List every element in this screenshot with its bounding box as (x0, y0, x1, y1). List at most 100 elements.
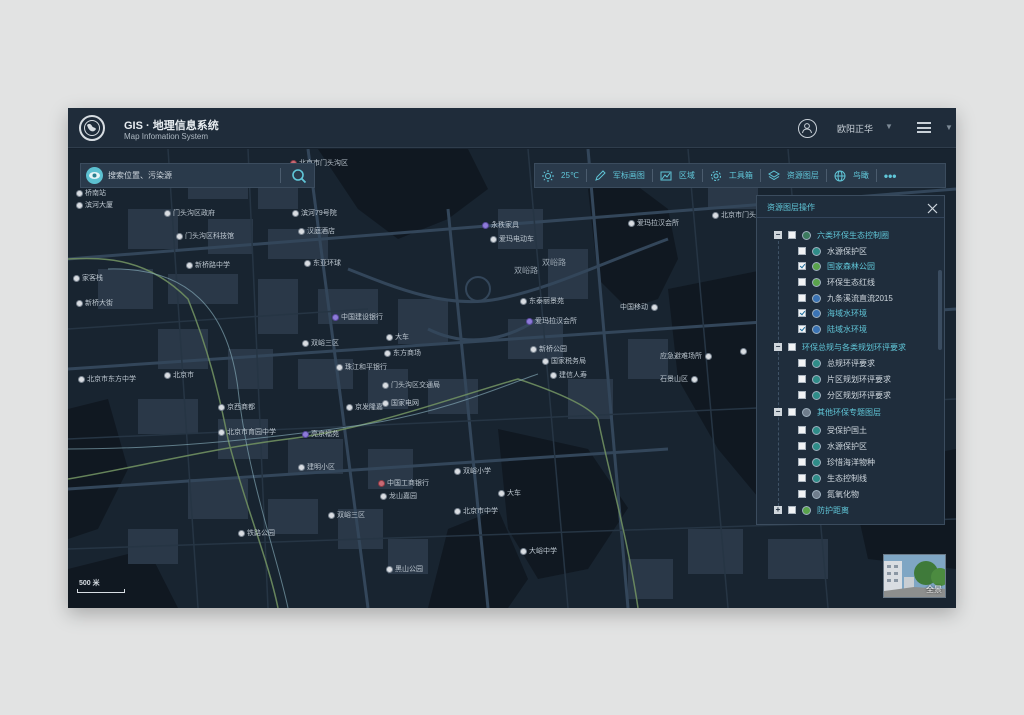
poi-label[interactable]: 国家税务局 (542, 357, 586, 367)
search-icon[interactable] (291, 168, 307, 184)
user-name[interactable]: 欧阳正华 (837, 122, 873, 135)
layer-checkbox[interactable] (798, 247, 806, 255)
layer-checkbox[interactable] (788, 408, 796, 416)
layer-group-4[interactable]: + 防护距离 (774, 503, 849, 517)
layer-item[interactable]: 水源保护区 (798, 244, 867, 258)
user-avatar[interactable] (798, 119, 817, 138)
layer-checkbox[interactable] (788, 231, 796, 239)
layer-checkbox[interactable] (798, 391, 806, 399)
poi-label[interactable]: 北京市 (164, 371, 194, 381)
layer-item[interactable]: 总规环评要求 (798, 356, 875, 370)
layer-checkbox[interactable] (798, 442, 806, 450)
menu-icon[interactable] (917, 122, 931, 133)
panel-scrollbar[interactable] (938, 270, 942, 350)
poi-label[interactable]: 建信人寿 (550, 371, 587, 381)
layer-item[interactable]: 国家森林公园 (798, 259, 875, 273)
expand-icon[interactable]: + (774, 506, 782, 514)
birdseye-button[interactable]: 鸟瞰 (827, 163, 876, 188)
poi-label[interactable]: 北京市育园中学 (218, 428, 276, 438)
layer-checkbox[interactable] (798, 426, 806, 434)
layer-checkbox[interactable] (798, 474, 806, 482)
poi-label[interactable]: 黑山公园 (386, 565, 423, 575)
poi-label[interactable]: 滨河79号院 (292, 209, 337, 219)
layer-checkbox[interactable] (788, 506, 796, 514)
poi-label[interactable]: 珠江和平银行 (336, 363, 387, 373)
poi-label[interactable]: 双峪三区 (302, 339, 339, 349)
layer-item[interactable]: 分区规划环评要求 (798, 388, 891, 402)
poi-label[interactable]: 亮京福苑 (302, 430, 339, 440)
layer-group-1[interactable]: − 六类环保生态控制圈 (774, 228, 889, 242)
poi-label[interactable]: 东泰丽景苑 (520, 297, 564, 307)
poi-label[interactable]: 大峪中学 (520, 547, 557, 557)
poi-label[interactable]: 门头沟区科技馆 (176, 232, 234, 242)
poi-label[interactable]: 大车 (498, 489, 521, 499)
toolbox-button[interactable]: 工具箱 (703, 163, 760, 188)
map-canvas[interactable]: 北京市门头沟区 桥南站 滨河大厦 门头沟区政府 滨河79号院 门头沟区科技馆 汉… (68, 149, 956, 608)
poi-label[interactable]: 国家电网 (382, 399, 419, 409)
layer-checkbox[interactable] (798, 490, 806, 498)
poi-label[interactable]: 东亚环球 (304, 259, 341, 269)
area-tool-button[interactable]: 区域 (653, 163, 702, 188)
layer-item[interactable]: 环保生态红线 (798, 275, 875, 289)
layer-checkbox[interactable] (788, 343, 796, 351)
layer-item[interactable]: 陆域水环境 (798, 322, 867, 336)
collapse-icon[interactable]: − (774, 231, 782, 239)
poi-label[interactable]: 京发隆嘉 (346, 403, 383, 413)
layer-item[interactable]: 九条溪流直流2015 (798, 291, 893, 305)
poi-label[interactable]: 双峪三区 (328, 511, 365, 521)
menu-dropdown-icon[interactable]: ▼ (945, 123, 953, 132)
streetview-thumbnail[interactable]: 全景 (883, 554, 946, 598)
poi-label[interactable]: 大车 (386, 333, 409, 343)
layer-item[interactable]: 氮氧化物 (798, 487, 859, 501)
poi-label[interactable]: 应急避难场所 (660, 352, 714, 362)
poi-label[interactable] (740, 347, 749, 357)
layer-checkbox[interactable] (798, 458, 806, 466)
layer-checkbox[interactable] (798, 325, 806, 333)
poi-label[interactable]: 龙山嘉园 (380, 492, 417, 502)
close-icon[interactable] (927, 201, 938, 214)
layer-checkbox[interactable] (798, 309, 806, 317)
layer-item[interactable]: 水源保护区 (798, 439, 867, 453)
layer-item[interactable]: 受保护国土 (798, 423, 867, 437)
poi-label[interactable]: 新桥路中学 (186, 261, 230, 271)
poi-label[interactable]: 京西商都 (218, 403, 255, 413)
poi-label[interactable]: 永秩家具 (482, 221, 519, 231)
layer-checkbox[interactable] (798, 278, 806, 286)
layer-item[interactable]: 海域水环境 (798, 306, 867, 320)
poi-label[interactable]: 北京市东方中学 (78, 375, 136, 385)
poi-label[interactable]: 爱玛拉汉会所 (526, 317, 577, 327)
poi-label[interactable]: 汉庭酒店 (298, 227, 335, 237)
poi-label[interactable]: 滨河大厦 (76, 201, 113, 211)
poi-label[interactable]: 北京市中学 (454, 507, 498, 517)
layer-group-2[interactable]: − 环保总规与各类规划环评要求 (774, 340, 906, 354)
poi-label[interactable]: 东方商场 (384, 349, 421, 359)
layer-checkbox[interactable] (798, 359, 806, 367)
poi-label[interactable]: 家客栈 (73, 274, 103, 284)
poi-label[interactable]: 双峪小学 (454, 467, 491, 477)
collapse-icon[interactable]: − (774, 343, 782, 351)
layer-checkbox[interactable] (798, 294, 806, 302)
poi-label[interactable]: 爱玛电动车 (490, 235, 534, 245)
poi-label[interactable]: 新桥公园 (530, 345, 567, 355)
poi-label[interactable]: 中国工商银行 (378, 479, 429, 489)
draw-tool-button[interactable]: 军标画图 (587, 163, 652, 188)
search-input[interactable] (108, 168, 278, 183)
layer-item[interactable]: 珍惜海洋物种 (798, 455, 875, 469)
poi-label[interactable]: 桥南站 (76, 189, 106, 199)
more-options-icon[interactable]: ••• (877, 169, 904, 183)
poi-label[interactable]: 石景山区 (660, 375, 700, 385)
poi-label[interactable]: 中国建设银行 (332, 313, 383, 323)
layer-group-3[interactable]: − 其他环保专题图层 (774, 405, 881, 419)
layer-item[interactable]: 片区规划环评要求 (798, 372, 891, 386)
collapse-icon[interactable]: − (774, 408, 782, 416)
layer-checkbox[interactable] (798, 375, 806, 383)
layer-checkbox[interactable] (798, 262, 806, 270)
poi-label[interactable]: 爱玛拉汉会所 (628, 219, 679, 229)
poi-label[interactable]: 中国移动 (620, 303, 660, 313)
poi-label[interactable]: 新桥大街 (76, 299, 113, 309)
layers-button[interactable]: 资源图层 (761, 163, 826, 188)
user-dropdown-icon[interactable]: ▼ (885, 122, 893, 131)
poi-label[interactable]: 门头沟区交通局 (382, 381, 440, 391)
poi-label[interactable]: 铁路公园 (238, 529, 275, 539)
poi-label[interactable]: 门头沟区政府 (164, 209, 215, 219)
